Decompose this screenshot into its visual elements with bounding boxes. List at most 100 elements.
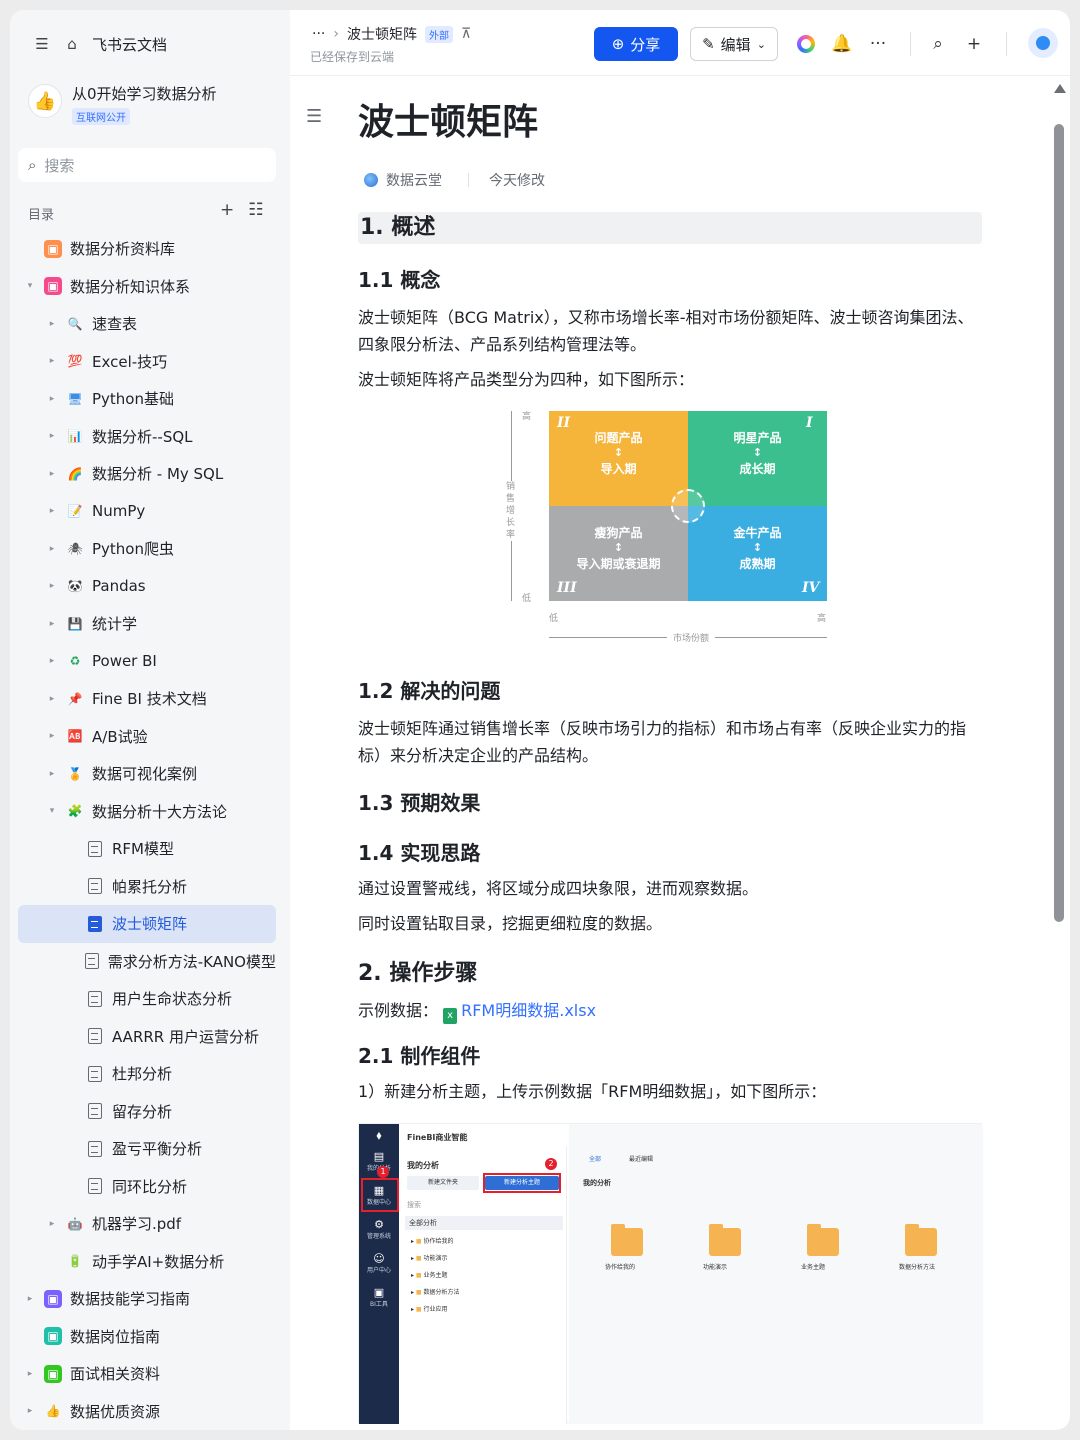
finebi-tree-item[interactable]: ▸ ■ 数据分析方法 bbox=[411, 1287, 460, 1296]
finebi-nav-item[interactable]: ▣ BI工具 bbox=[361, 1286, 397, 1314]
chevron-right-icon[interactable]: ▸ bbox=[46, 319, 58, 329]
owner-name[interactable]: 数据云堂 bbox=[386, 170, 442, 190]
folder-icon[interactable] bbox=[611, 1224, 643, 1256]
memo-icon: 📝 bbox=[67, 504, 83, 519]
sidebar-item[interactable]: ▸ 👍 数据优质资源 bbox=[18, 1393, 276, 1431]
folder-icon[interactable] bbox=[807, 1224, 839, 1256]
sidebar-item[interactable]: ▸ 🐼 Pandas bbox=[18, 568, 276, 606]
avatar[interactable] bbox=[1028, 28, 1058, 58]
scroll-up-arrow[interactable] bbox=[1054, 84, 1066, 93]
sidebar-item[interactable]: 留存分析 bbox=[18, 1093, 276, 1131]
sidebar-item[interactable]: 波士顿矩阵 bbox=[18, 905, 276, 943]
chevron-right-icon[interactable]: ▸ bbox=[46, 581, 58, 591]
sidebar-item[interactable]: ▸ ♻ Power BI bbox=[18, 643, 276, 681]
finebi-tab[interactable]: 最近编辑 bbox=[629, 1154, 653, 1163]
sidebar-item[interactable]: ▸ 🔍 速查表 bbox=[18, 305, 276, 343]
sidebar-item[interactable]: ▸ 📌 Fine BI 技术文档 bbox=[18, 680, 276, 718]
sidebar-item[interactable]: 需求分析方法-KANO模型 bbox=[18, 943, 276, 981]
chevron-right-icon[interactable]: ▸ bbox=[46, 356, 58, 366]
finebi-nav-item[interactable]: ☺ 用户中心 bbox=[361, 1252, 397, 1280]
sidebar-item[interactable]: 杜邦分析 bbox=[18, 1055, 276, 1093]
scrollbar-thumb[interactable] bbox=[1054, 124, 1064, 922]
chevron-right-icon[interactable]: ▸ bbox=[46, 1219, 58, 1229]
edit-button[interactable]: ✎ 编辑 ⌄ bbox=[690, 27, 778, 61]
bell-icon[interactable]: 🔔 bbox=[830, 32, 854, 56]
chevron-right-icon[interactable]: ▸ bbox=[46, 769, 58, 779]
sidebar-item[interactable]: RFM模型 bbox=[18, 830, 276, 868]
sidebar-item[interactable]: ▸ ▣ 面试相关资料 bbox=[18, 1355, 276, 1393]
finebi-nav-item[interactable]: ⚙ 管理系统 bbox=[361, 1218, 397, 1246]
finebi-tree-item[interactable]: ▸ ■ 功能演示 bbox=[411, 1253, 448, 1262]
sidebar-item[interactable]: ▸ 🕷 Python爬虫 bbox=[18, 530, 276, 568]
sidebar-item[interactable]: ▣ 数据分析资料库 bbox=[18, 230, 276, 268]
chevron-right-icon[interactable]: ▸ bbox=[46, 506, 58, 516]
finebi-all-analysis[interactable]: 全部分析 bbox=[405, 1216, 563, 1230]
chevron-down-icon[interactable]: ▾ bbox=[46, 806, 58, 816]
sidebar-item[interactable]: 🔋 动手学AI+数据分析 bbox=[18, 1243, 276, 1281]
outline-icon[interactable]: ☰ bbox=[306, 106, 322, 127]
list-icon[interactable]: ☷ bbox=[248, 200, 263, 220]
new-folder-button[interactable]: 新建文件夹 bbox=[407, 1176, 479, 1190]
bcg-diagram: 高 销售增长率 低 问题产品 ↕ 导入期 II 明星产品 ↕ 成长期 I 瘦狗产品 ↕ 导入期或衰退… bbox=[358, 411, 982, 651]
sidebar-item[interactable]: ▸ 🏅 数据可视化案例 bbox=[18, 755, 276, 793]
chevron-right-icon[interactable]: ▸ bbox=[46, 394, 58, 404]
chevron-right-icon[interactable]: ▸ bbox=[46, 656, 58, 666]
sidebar-item[interactable]: 同环比分析 bbox=[18, 1168, 276, 1206]
chevron-right-icon[interactable]: ▸ bbox=[46, 544, 58, 554]
finebi-search[interactable]: 搜索 bbox=[407, 1200, 421, 1210]
sidebar-item[interactable]: ▸ 🤖 机器学习.pdf bbox=[18, 1205, 276, 1243]
chevron-right-icon[interactable]: ▸ bbox=[46, 731, 58, 741]
sidebar-item[interactable]: ▸ 📊 数据分析--SQL bbox=[18, 418, 276, 456]
home-icon[interactable]: ⌂ bbox=[62, 34, 82, 54]
sidebar-item[interactable]: ▸ 💯 Excel-技巧 bbox=[18, 343, 276, 381]
chevron-right-icon[interactable]: ▸ bbox=[46, 431, 58, 441]
chevron-right-icon[interactable]: ▸ bbox=[24, 1369, 36, 1379]
heading-approach: 1.4 实现思路 bbox=[358, 841, 481, 865]
sidebar-item[interactable]: ▸ 💾 统计学 bbox=[18, 605, 276, 643]
wiki-teal-icon: ▣ bbox=[44, 1327, 62, 1346]
sidebar-item-label: 数据优质资源 bbox=[70, 1402, 161, 1421]
finebi-tree-item[interactable]: ▸ ■ 业务主题 bbox=[411, 1270, 448, 1279]
sidebar-item[interactable]: ▸ 🖥 Python基础 bbox=[18, 380, 276, 418]
space-header[interactable]: 👍 从0开始学习数据分析 互联网公开 bbox=[28, 84, 217, 125]
sidebar-item[interactable]: AARRR 用户运营分析 bbox=[18, 1018, 276, 1056]
pin-icon[interactable]: ⊼ bbox=[461, 26, 471, 42]
sidebar-item[interactable]: 用户生命状态分析 bbox=[18, 980, 276, 1018]
sidebar-item[interactable]: ▾ ▣ 数据分析知识体系 bbox=[18, 268, 276, 306]
search-icon[interactable]: ⌕ bbox=[926, 32, 950, 56]
sidebar-item[interactable]: 盈亏平衡分析 bbox=[18, 1130, 276, 1168]
breadcrumb-doc[interactable]: 波士顿矩阵 bbox=[347, 24, 417, 44]
app-name[interactable]: 飞书云文档 bbox=[92, 34, 167, 55]
folder-icon[interactable] bbox=[709, 1224, 741, 1256]
ai-assistant-icon[interactable] bbox=[794, 32, 818, 56]
sidebar-item[interactable]: ▸ 🆎 A/B试验 bbox=[18, 718, 276, 756]
chevron-right-icon[interactable]: ▸ bbox=[24, 1294, 36, 1304]
sidebar-item[interactable]: 帕累托分析 bbox=[18, 868, 276, 906]
tree-label: 功能演示 bbox=[423, 1255, 448, 1262]
chevron-right-icon[interactable]: ▸ bbox=[46, 619, 58, 629]
add-icon[interactable]: + bbox=[220, 200, 234, 220]
chevron-right-icon[interactable]: ▸ bbox=[46, 469, 58, 479]
plus-icon[interactable]: + bbox=[962, 32, 986, 56]
finebi-tab[interactable]: 全部 bbox=[589, 1154, 601, 1163]
sidebar-item-label: Excel-技巧 bbox=[92, 352, 168, 371]
document-icon bbox=[86, 915, 104, 933]
chevron-right-icon[interactable]: ▸ bbox=[46, 694, 58, 704]
finebi-tree-item[interactable]: ▸ ■ 行业应用 bbox=[411, 1304, 448, 1313]
collapse-sidebar-icon[interactable]: ☰ bbox=[32, 34, 52, 54]
finebi-tree-item[interactable]: ▸ ■ 协作给我的 bbox=[411, 1236, 454, 1245]
sidebar-item[interactable]: ▾ 🧩 数据分析十大方法论 bbox=[18, 793, 276, 831]
sidebar-item[interactable]: ▸ 🌈 数据分析 - My SQL bbox=[18, 455, 276, 493]
sample-file-link[interactable]: RFM明细数据.xlsx bbox=[461, 1001, 596, 1020]
search-input[interactable]: ⌕ 搜索 bbox=[18, 148, 276, 182]
sidebar-item[interactable]: ▣ 数据岗位指南 bbox=[18, 1318, 276, 1356]
document-icon bbox=[84, 952, 99, 970]
sidebar-item[interactable]: ▸ 📝 NumPy bbox=[18, 493, 276, 531]
more-icon[interactable]: ··· bbox=[866, 32, 890, 56]
chevron-right-icon[interactable]: ▸ bbox=[24, 1406, 36, 1416]
more-breadcrumb-icon[interactable]: ··· bbox=[312, 26, 325, 42]
share-button[interactable]: ⊕ 分享 bbox=[594, 27, 678, 61]
chevron-down-icon[interactable]: ▾ bbox=[24, 281, 36, 291]
sidebar-item[interactable]: ▸ ▣ 数据技能学习指南 bbox=[18, 1280, 276, 1318]
folder-icon[interactable] bbox=[905, 1224, 937, 1256]
